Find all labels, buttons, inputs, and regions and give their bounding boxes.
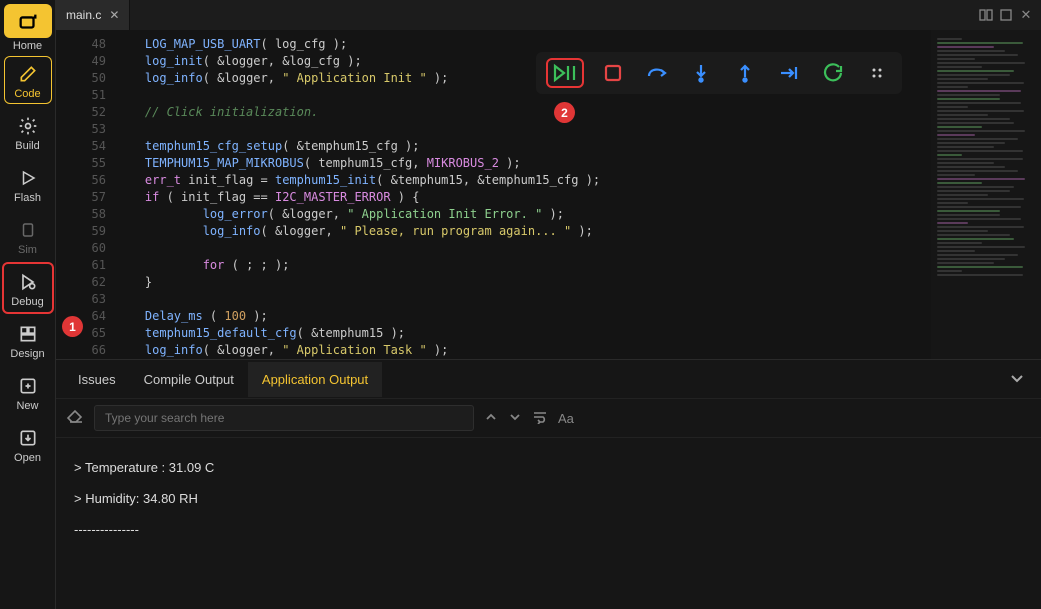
sidebar-item-home[interactable]: [4, 4, 52, 38]
step-into-button[interactable]: [688, 60, 714, 86]
main-area: main.c ✕ ✕ 48495051525354555657585960616…: [56, 0, 1041, 609]
tab-title: main.c: [66, 8, 101, 22]
plus-icon: [16, 374, 40, 398]
pencil-icon: [16, 62, 40, 86]
run-to-cursor-button[interactable]: [776, 60, 802, 86]
sidebar: Home Code Build Flash Sim Debug Des: [0, 0, 56, 609]
sidebar-item-label: Code: [14, 88, 40, 100]
sidebar-item-label: Flash: [14, 192, 41, 204]
play-icon: [16, 166, 40, 190]
output-line: > Humidity: 34.80 RH: [74, 483, 1023, 514]
editor-row: 48495051525354555657585960616263646566 L…: [56, 30, 1041, 359]
panel-tabs: Issues Compile Output Application Output: [56, 360, 1041, 398]
sidebar-item-label: Debug: [11, 296, 43, 308]
sidebar-label-home: Home: [13, 40, 42, 52]
debug-icon: [16, 270, 40, 294]
design-icon: [16, 322, 40, 346]
code-editor[interactable]: 48495051525354555657585960616263646566 L…: [56, 30, 931, 359]
wrap-icon[interactable]: [532, 410, 548, 427]
sidebar-item-sim[interactable]: Sim: [4, 212, 52, 260]
sidebar-item-label: Build: [15, 140, 39, 152]
close-icon[interactable]: ✕: [109, 8, 119, 22]
restart-button[interactable]: [820, 60, 846, 86]
sidebar-item-design[interactable]: Design: [4, 316, 52, 364]
sidebar-item-label: Design: [10, 348, 44, 360]
sidebar-item-debug[interactable]: Debug: [4, 264, 52, 312]
step-over-button[interactable]: [644, 60, 670, 86]
output-panel: Issues Compile Output Application Output…: [56, 359, 1041, 609]
output-line: > Temperature : 31.09 C: [74, 452, 1023, 483]
callout-1: 1: [62, 316, 83, 337]
sim-icon: [16, 218, 40, 242]
panel-tab-appoutput[interactable]: Application Output: [248, 362, 382, 397]
line-gutter: 48495051525354555657585960616263646566: [56, 30, 116, 359]
output-line: ---------------: [74, 514, 1023, 545]
panel-search-bar: Aa: [56, 398, 1041, 438]
tab-bar: main.c ✕ ✕: [56, 0, 1041, 30]
sidebar-item-new[interactable]: New: [4, 368, 52, 416]
debug-toolbar: [536, 52, 902, 94]
sidebar-item-label: Open: [14, 452, 41, 464]
maximize-icon[interactable]: [999, 8, 1013, 22]
output-content[interactable]: > Temperature : 31.09 C> Humidity: 34.80…: [56, 438, 1041, 609]
panel-tab-compile[interactable]: Compile Output: [130, 362, 248, 397]
match-case-icon[interactable]: Aa: [558, 411, 574, 426]
sidebar-item-open[interactable]: Open: [4, 420, 52, 468]
sidebar-item-build[interactable]: Build: [4, 108, 52, 156]
more-button[interactable]: [864, 60, 890, 86]
panel-tab-issues[interactable]: Issues: [64, 362, 130, 397]
tab-main-c[interactable]: main.c ✕: [56, 0, 130, 30]
search-input[interactable]: [94, 405, 474, 431]
prev-match-icon[interactable]: [484, 410, 498, 427]
callout-2: 2: [554, 102, 575, 123]
step-out-button[interactable]: [732, 60, 758, 86]
window-controls: ✕: [979, 0, 1041, 30]
sidebar-item-flash[interactable]: Flash: [4, 160, 52, 208]
eraser-icon[interactable]: [66, 409, 84, 428]
gear-icon: [16, 114, 40, 138]
minimap[interactable]: [931, 30, 1041, 359]
open-icon: [16, 426, 40, 450]
sidebar-item-label: Sim: [18, 244, 37, 256]
close-window-icon[interactable]: ✕: [1019, 8, 1033, 22]
chevron-down-icon[interactable]: [1001, 370, 1033, 389]
sidebar-item-code[interactable]: Code: [4, 56, 52, 104]
brand-icon: [16, 10, 40, 34]
next-match-icon[interactable]: [508, 410, 522, 427]
sidebar-item-label: New: [16, 400, 38, 412]
stop-button[interactable]: [600, 60, 626, 86]
split-icon[interactable]: [979, 8, 993, 22]
play-pause-button[interactable]: [548, 60, 582, 86]
